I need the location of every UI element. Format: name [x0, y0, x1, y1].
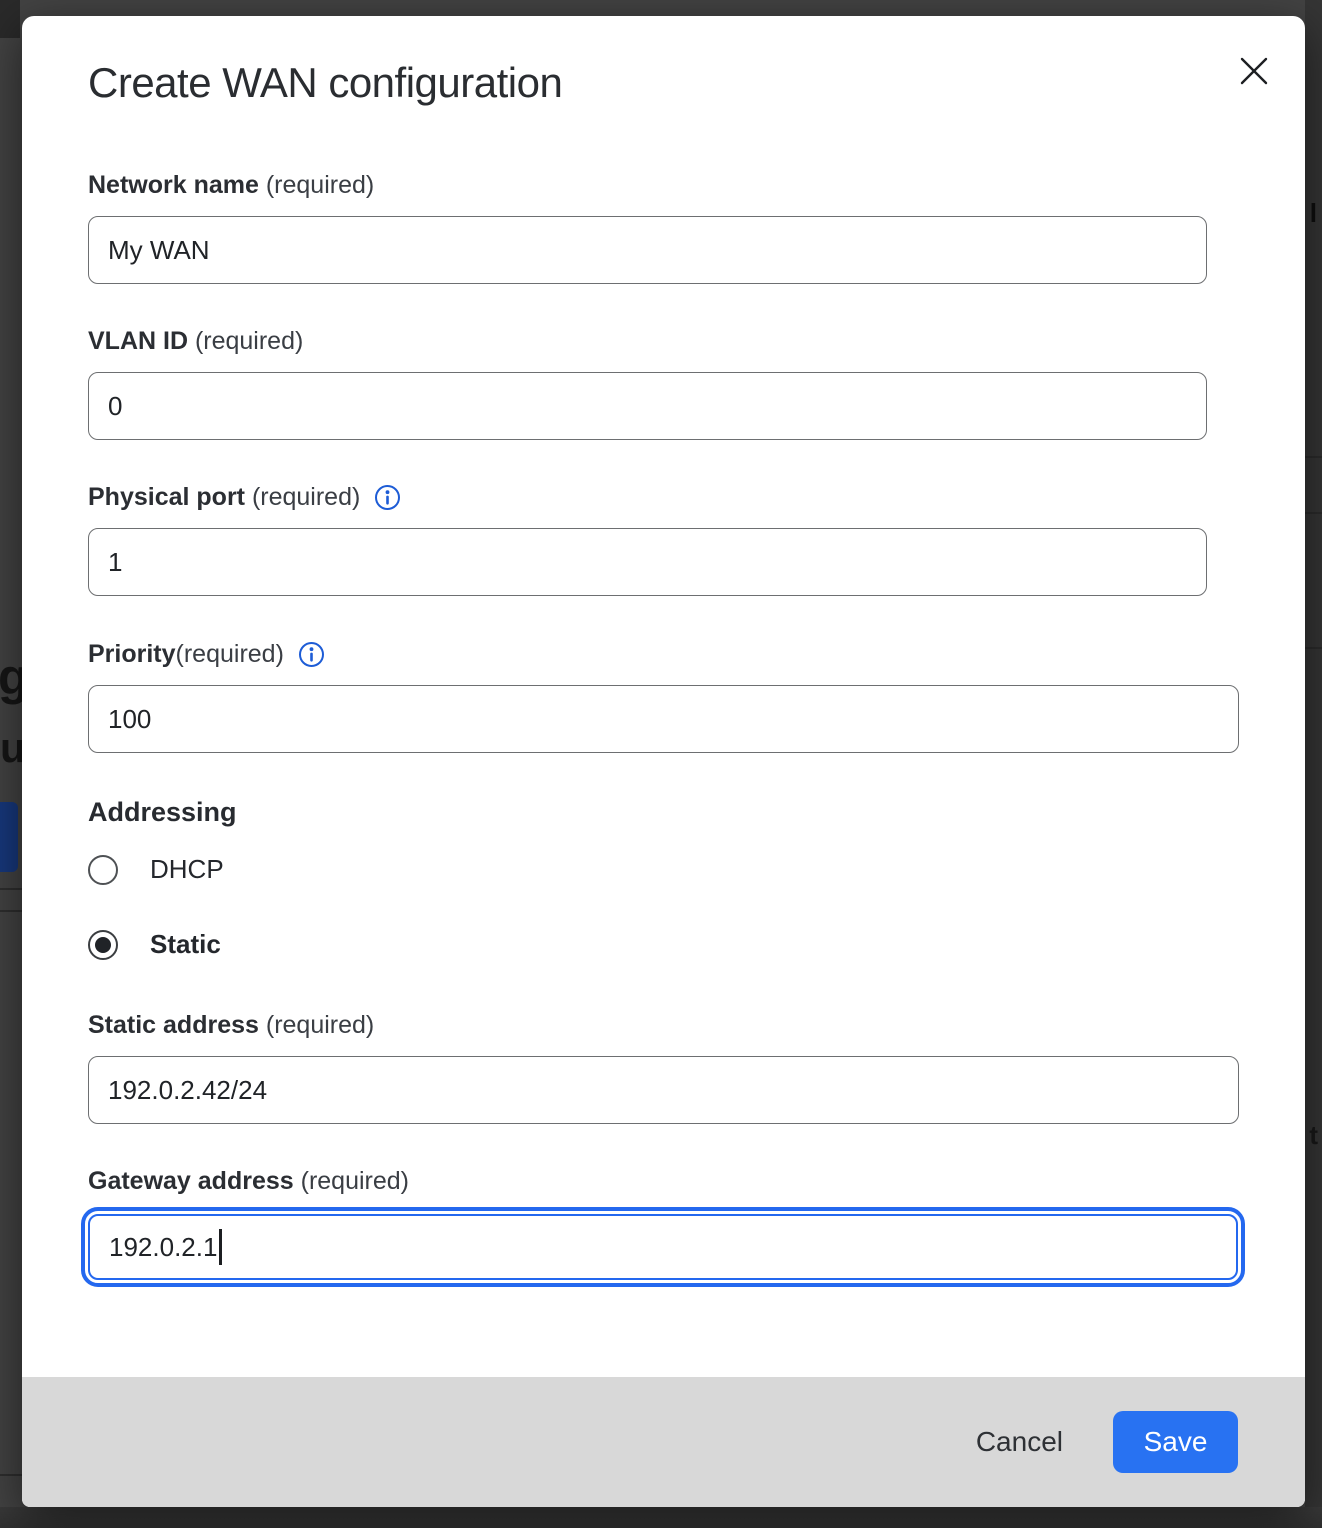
input-value: My WAN	[108, 235, 210, 266]
static-address-input[interactable]: 192.0.2.42/24	[88, 1056, 1239, 1124]
dialog-title: Create WAN configuration	[88, 58, 1305, 108]
background-shadow	[0, 1507, 1322, 1528]
info-icon[interactable]	[374, 484, 401, 511]
input-value: 100	[108, 704, 151, 735]
close-icon	[1237, 54, 1271, 88]
info-icon[interactable]	[298, 641, 325, 668]
static-address-label: Static address (required)	[88, 1010, 1305, 1040]
physical-port-input[interactable]: 1	[88, 528, 1207, 596]
radio-selected-icon[interactable]	[88, 930, 118, 960]
text-caret	[219, 1229, 222, 1265]
field-label-text: Priority	[88, 639, 176, 669]
dialog-footer: Cancel Save	[22, 1377, 1305, 1507]
priority-label: Priority(required)	[88, 639, 1305, 669]
background-divider-fragment	[1305, 647, 1322, 649]
priority-input[interactable]: 100	[88, 685, 1239, 753]
gateway-address-input[interactable]: 192.0.2.1	[88, 1214, 1238, 1280]
radio-label: Static	[150, 929, 221, 960]
required-hint: (required)	[259, 170, 374, 200]
background-divider-fragment	[0, 888, 22, 890]
field-label-text: Network name	[88, 170, 259, 200]
screen: { "overlay": { "left_fragments": { "lett…	[0, 0, 1322, 1528]
input-value: 0	[108, 391, 122, 422]
field-label-text: Gateway address	[88, 1166, 294, 1196]
vlan-id-label: VLAN ID (required)	[88, 326, 1305, 356]
radio-label: DHCP	[150, 854, 224, 885]
network-name-input[interactable]: My WAN	[88, 216, 1207, 284]
physical-port-label: Physical port (required)	[88, 482, 1305, 512]
required-hint: (required)	[176, 639, 284, 669]
radio-option-dhcp[interactable]: DHCP	[88, 854, 1305, 885]
background-divider-fragment	[0, 910, 22, 912]
background-divider-fragment	[0, 1474, 22, 1476]
input-value: 1	[108, 547, 122, 578]
gateway-address-label: Gateway address (required)	[88, 1166, 1305, 1196]
required-hint: (required)	[294, 1166, 409, 1196]
field-label-text: VLAN ID	[88, 326, 188, 356]
background-panel-fragment	[1305, 0, 1322, 1528]
background-dark-panel-fragment	[0, 0, 20, 38]
addressing-heading: Addressing	[88, 795, 1305, 829]
network-name-label: Network name (required)	[88, 170, 1305, 200]
required-hint: (required)	[188, 326, 303, 356]
create-wan-dialog: Create WAN configuration Network name (r…	[22, 16, 1305, 1507]
radio-option-static[interactable]: Static	[88, 929, 1305, 960]
required-hint: (required)	[245, 482, 360, 512]
vlan-id-input[interactable]: 0	[88, 372, 1207, 440]
field-label-text: Static address	[88, 1010, 259, 1040]
background-button-fragment	[0, 802, 18, 872]
save-button[interactable]: Save	[1113, 1411, 1238, 1473]
input-value: 192.0.2.42/24	[108, 1075, 267, 1106]
required-hint: (required)	[259, 1010, 374, 1040]
field-label-text: Physical port	[88, 482, 245, 512]
focus-ring: 192.0.2.1	[81, 1207, 1245, 1287]
background-divider-fragment	[1305, 512, 1322, 514]
input-value: 192.0.2.1	[109, 1232, 217, 1263]
cancel-button[interactable]: Cancel	[976, 1426, 1063, 1458]
background-divider-fragment	[1305, 456, 1322, 458]
radio-unselected-icon[interactable]	[88, 855, 118, 885]
background-text-fragment: t	[1309, 1120, 1318, 1151]
close-button[interactable]	[1235, 52, 1273, 90]
